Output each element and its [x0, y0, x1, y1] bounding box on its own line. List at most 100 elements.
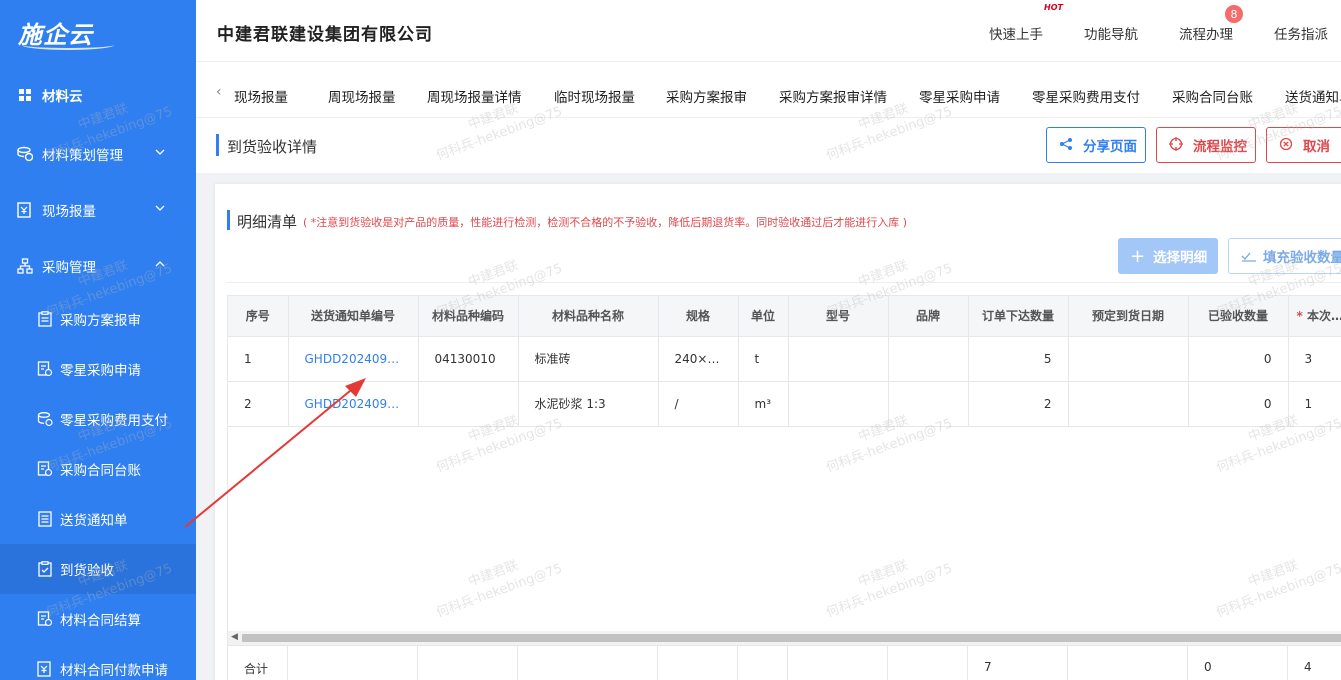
col-current-qty-label: 本次验收数量 — [1306, 309, 1341, 324]
sidebar-sub-sporadic-request[interactable]: 零星采购申请 — [0, 344, 196, 394]
workflow-link[interactable]: 流程办理 — [1179, 23, 1233, 43]
sidebar-sub-label: 材料合同结算 — [60, 613, 141, 629]
tab-weekly-site-report-detail[interactable]: 周现场报量详情 — [427, 86, 522, 106]
org-icon — [16, 257, 34, 275]
quick-start-link[interactable]: 快速上手 — [989, 23, 1043, 43]
title-accent — [216, 134, 219, 156]
cancel-button[interactable]: 取消 — [1266, 127, 1341, 163]
cell-unit: m³ — [738, 381, 789, 427]
sidebar-item-label: 材料策划管理 — [42, 148, 123, 164]
sidebar-item-site-report[interactable]: 现场报量 — [0, 182, 196, 238]
cell-model — [788, 336, 889, 382]
sidebar-item-material-planning[interactable]: 材料策划管理 — [0, 126, 196, 182]
scrollbar-thumb[interactable] — [242, 634, 1341, 642]
cell-brand — [888, 381, 969, 427]
tab-delivery-notice[interactable]: 送货通知单 — [1285, 86, 1341, 106]
yen-doc-icon — [37, 661, 53, 677]
cell-material-name: 水泥砂浆 1:3 — [518, 381, 659, 427]
summary-ordered-qty: 7 — [968, 646, 1068, 680]
yen-doc-icon — [16, 201, 34, 219]
sidebar-item-label: 材料云 — [42, 89, 83, 105]
table-row[interactable]: 2 GHDD202409110002 水泥砂浆 1:3 / m³ 2 0 1 — [228, 381, 1341, 427]
sidebar-sub-label: 零星采购费用支付 — [60, 413, 168, 429]
sidebar-sub-label: 到货验收 — [60, 563, 114, 579]
tab-contract-ledger[interactable]: 采购合同台账 — [1172, 86, 1253, 106]
target-icon — [1169, 137, 1185, 153]
sidebar-sub-label: 采购合同台账 — [60, 463, 141, 479]
col-index: 序号 — [228, 296, 289, 337]
required-mark: * — [1296, 309, 1303, 324]
process-monitor-button[interactable]: 流程监控 — [1156, 127, 1256, 163]
cell-material-code — [418, 381, 519, 427]
cell-expected-date — [1068, 381, 1189, 427]
share-icon — [1059, 137, 1075, 153]
cell-delivery-code-link[interactable]: GHDD202409110002 — [288, 381, 419, 427]
tab-sporadic-request[interactable]: 零星采购申请 — [919, 86, 1000, 106]
plus-icon: + — [1130, 245, 1146, 267]
hot-badge: HOT — [1044, 3, 1063, 12]
cell-material-name: 标准砖 — [518, 336, 659, 382]
sidebar-item-material-cloud[interactable]: 材料云 — [0, 64, 196, 126]
summary-current-qty: 4 — [1304, 660, 1312, 674]
col-unit: 单位 — [738, 296, 789, 337]
cell-expected-date — [1068, 336, 1189, 382]
sidebar-sub-label: 材料合同付款申请 — [60, 663, 168, 679]
table-row[interactable]: 1 GHDD202409110001 04130010 标准砖 240×115×… — [228, 336, 1341, 382]
summary-accepted-qty: 0 — [1188, 646, 1288, 680]
sidebar-item-label: 采购管理 — [42, 260, 96, 276]
cell-spec: 240×115×53 — [658, 336, 739, 382]
close-circle-icon — [1279, 137, 1295, 153]
cell-delivery-code-link[interactable]: GHDD202409110001 — [288, 336, 419, 382]
share-page-label: 分享页面 — [1083, 139, 1137, 155]
cell-current-qty[interactable]: 1 — [1288, 381, 1341, 427]
cell-index: 2 — [228, 381, 289, 427]
summary-cell — [1068, 646, 1188, 680]
col-ordered-qty: 订单下达数量 — [968, 296, 1069, 337]
col-material-name: 材料品种名称 — [518, 296, 659, 337]
sidebar-sub-sporadic-payment[interactable]: 零星采购费用支付 — [0, 394, 196, 444]
sidebar-sub-arrival-acceptance[interactable]: 到货验收 — [0, 544, 196, 594]
detail-table: 序号 送货通知单编号 材料品种编码 材料品种名称 规格 单位 型号 品牌 订单下… — [227, 295, 1341, 680]
clipboard-icon — [37, 311, 53, 327]
chevron-down-icon — [154, 202, 168, 216]
sidebar-sub-delivery-notice[interactable]: 送货通知单 — [0, 494, 196, 544]
tab-site-report[interactable]: 现场报量 — [234, 86, 288, 106]
tab-procurement-plan[interactable]: 采购方案报审 — [666, 86, 747, 106]
cell-index: 1 — [228, 336, 289, 382]
tab-procurement-plan-detail[interactable]: 采购方案报审详情 — [779, 86, 887, 106]
sidebar-sub-contract-ledger[interactable]: 采购合同台账 — [0, 444, 196, 494]
logo-arc — [22, 40, 114, 50]
scroll-left-icon[interactable]: ◀ — [231, 632, 238, 642]
select-detail-label: 选择明细 — [1153, 250, 1208, 266]
workflow-count-badge: 8 — [1225, 5, 1243, 23]
sidebar: 施企云 材料云 材料策划管理 现场报量 采购管理 采购方案报审 零星采购申请 零… — [0, 0, 196, 680]
tab-temp-site-report[interactable]: 临时现场报量 — [554, 86, 635, 106]
tab-sporadic-payment[interactable]: 零星采购费用支付 — [1032, 86, 1140, 106]
fill-quantity-button[interactable]: 填充验收数量 — [1228, 238, 1341, 274]
task-assign-link[interactable]: 任务指派 — [1274, 23, 1328, 43]
sidebar-sub-contract-payment[interactable]: 材料合同付款申请 — [0, 644, 196, 680]
sidebar-item-label: 现场报量 — [42, 204, 96, 220]
clipboard-check-icon — [37, 561, 53, 577]
select-detail-button[interactable]: + 选择明细 — [1118, 238, 1218, 274]
sidebar-sub-contract-settlement[interactable]: 材料合同结算 — [0, 594, 196, 644]
tab-weekly-site-report[interactable]: 周现场报量 — [328, 86, 396, 106]
table-header-row: 序号 送货通知单编号 材料品种编码 材料品种名称 规格 单位 型号 品牌 订单下… — [228, 296, 1341, 337]
sidebar-sub-label: 送货通知单 — [60, 513, 128, 529]
sidebar-item-procurement[interactable]: 采购管理 — [0, 238, 196, 294]
cell-accepted-qty: 0 — [1188, 381, 1289, 427]
page-title: 到货验收详情 — [227, 138, 318, 156]
summary-cell — [518, 646, 658, 680]
logo[interactable]: 施企云 — [0, 0, 196, 64]
col-accepted-qty: 已验收数量 — [1188, 296, 1289, 337]
share-page-button[interactable]: 分享页面 — [1046, 127, 1146, 163]
function-nav-link[interactable]: 功能导航 — [1084, 23, 1138, 43]
section-divider — [227, 282, 1341, 283]
horizontal-scrollbar[interactable]: ◀ — [228, 631, 1341, 645]
grid-icon — [16, 86, 34, 104]
detail-card: 明细清单 ( *注意到货验收是对产品的质量，性能进行检测，检测不合格的不予验收，… — [215, 184, 1341, 680]
tabs-scroll-left-icon[interactable]: ‹ — [216, 84, 222, 100]
cell-current-qty[interactable]: 3 — [1288, 336, 1341, 382]
chevron-down-icon — [154, 146, 168, 160]
sidebar-sub-procurement-plan[interactable]: 采购方案报审 — [0, 294, 196, 344]
